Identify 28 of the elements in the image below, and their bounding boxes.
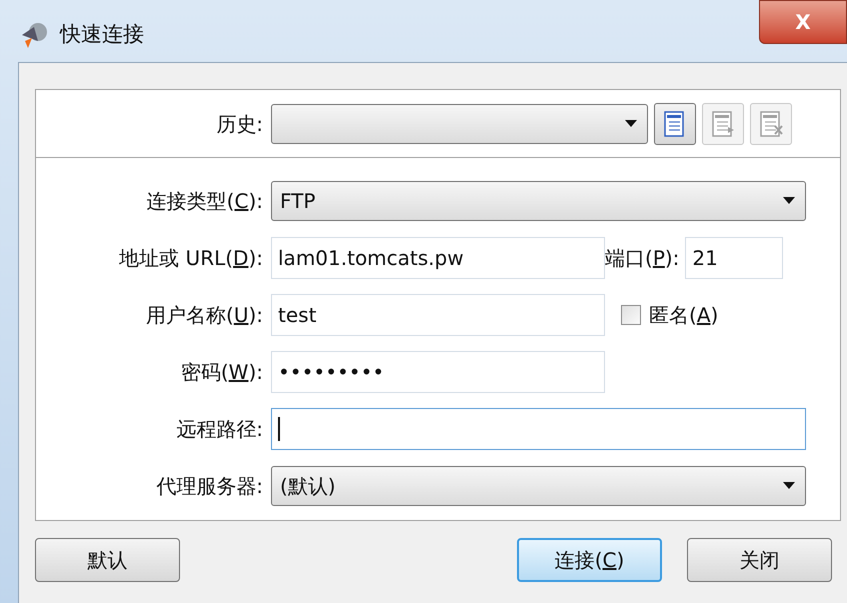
field-label: 代理服务器: (155, 472, 264, 500)
history-delete-icon (758, 110, 784, 138)
dialog-button[interactable]: 关闭 (687, 538, 832, 582)
dropdown[interactable] (271, 104, 648, 144)
dropdown-arrow-icon (625, 120, 637, 127)
field-label: 用户名称(U): (145, 302, 264, 328)
dropdown[interactable]: FTP (271, 180, 806, 220)
field-label: 地址或 URL(D): (118, 244, 264, 272)
input-field[interactable]: test (271, 294, 605, 336)
field-label: 远程路径: (175, 416, 264, 442)
history-save-icon (710, 110, 736, 138)
field-label: 密码(W): (180, 358, 264, 386)
checkbox[interactable]: 匿名(A) (621, 300, 718, 330)
input-field[interactable]: ••••••••• (271, 350, 605, 392)
field-label: 连接类型(C): (146, 188, 264, 214)
dropdown[interactable]: (默认) (271, 466, 806, 506)
field-label: 历史: (215, 110, 264, 138)
field-label: 端口(P): (605, 244, 680, 272)
window-title: 快速连接 (60, 21, 144, 48)
dropdown-arrow-icon (783, 482, 795, 489)
app-icon (20, 21, 50, 49)
input-field[interactable] (271, 408, 806, 450)
input-field[interactable]: lam01.tomcats.pw (271, 236, 605, 278)
dropdown-arrow-icon (783, 197, 795, 204)
dialog-button[interactable]: 默认 (35, 538, 180, 582)
input-field[interactable]: 21 (685, 236, 784, 278)
dialog-button[interactable]: 连接(C) (517, 538, 662, 582)
toolbar-button[interactable] (654, 102, 696, 144)
